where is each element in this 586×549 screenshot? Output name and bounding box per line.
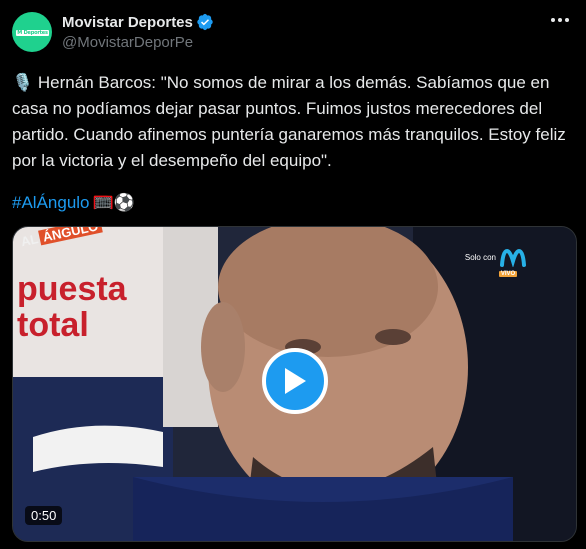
show-logo-al: AL [19,231,40,250]
more-options-icon [551,18,569,22]
video-player[interactable]: AL ÁNGULO puesta total Solo con VIVO 0:50 [12,226,577,542]
movistar-logo-icon [500,248,526,267]
watermark-vivo-badge: VIVO [498,271,518,277]
avatar[interactable]: M Deportes [12,12,52,52]
avatar-logo: M Deportes [15,28,49,36]
background-sign: puesta total [17,271,127,343]
watermark-solo-text: Solo con [464,252,496,262]
video-duration: 0:50 [25,506,63,525]
author-display-name[interactable]: Movistar Deportes [62,14,193,31]
verified-badge-icon [197,13,213,31]
avatar-logo-text: M Deportes [16,30,49,36]
hashtag-link[interactable]: #AlÁngulo [12,191,90,215]
more-options-button[interactable] [548,10,572,30]
emoji-goal-soccer: 🥅⚽ [92,193,135,212]
play-icon [285,368,306,394]
tweet-text: 🎙️ Hernán Barcos: "No somos de mirar a l… [12,73,571,170]
hashtag-row: #AlÁngulo 🥅⚽ [12,191,135,215]
play-button[interactable] [262,348,328,414]
background-sign-line-1: puesta [17,270,127,308]
broadcaster-watermark: Solo con VIVO [464,247,526,277]
author-name-row: Movistar Deportes [62,13,214,31]
author-handle[interactable]: @MovistarDeporPe [62,34,193,51]
background-sign-line-2: total [17,306,89,344]
